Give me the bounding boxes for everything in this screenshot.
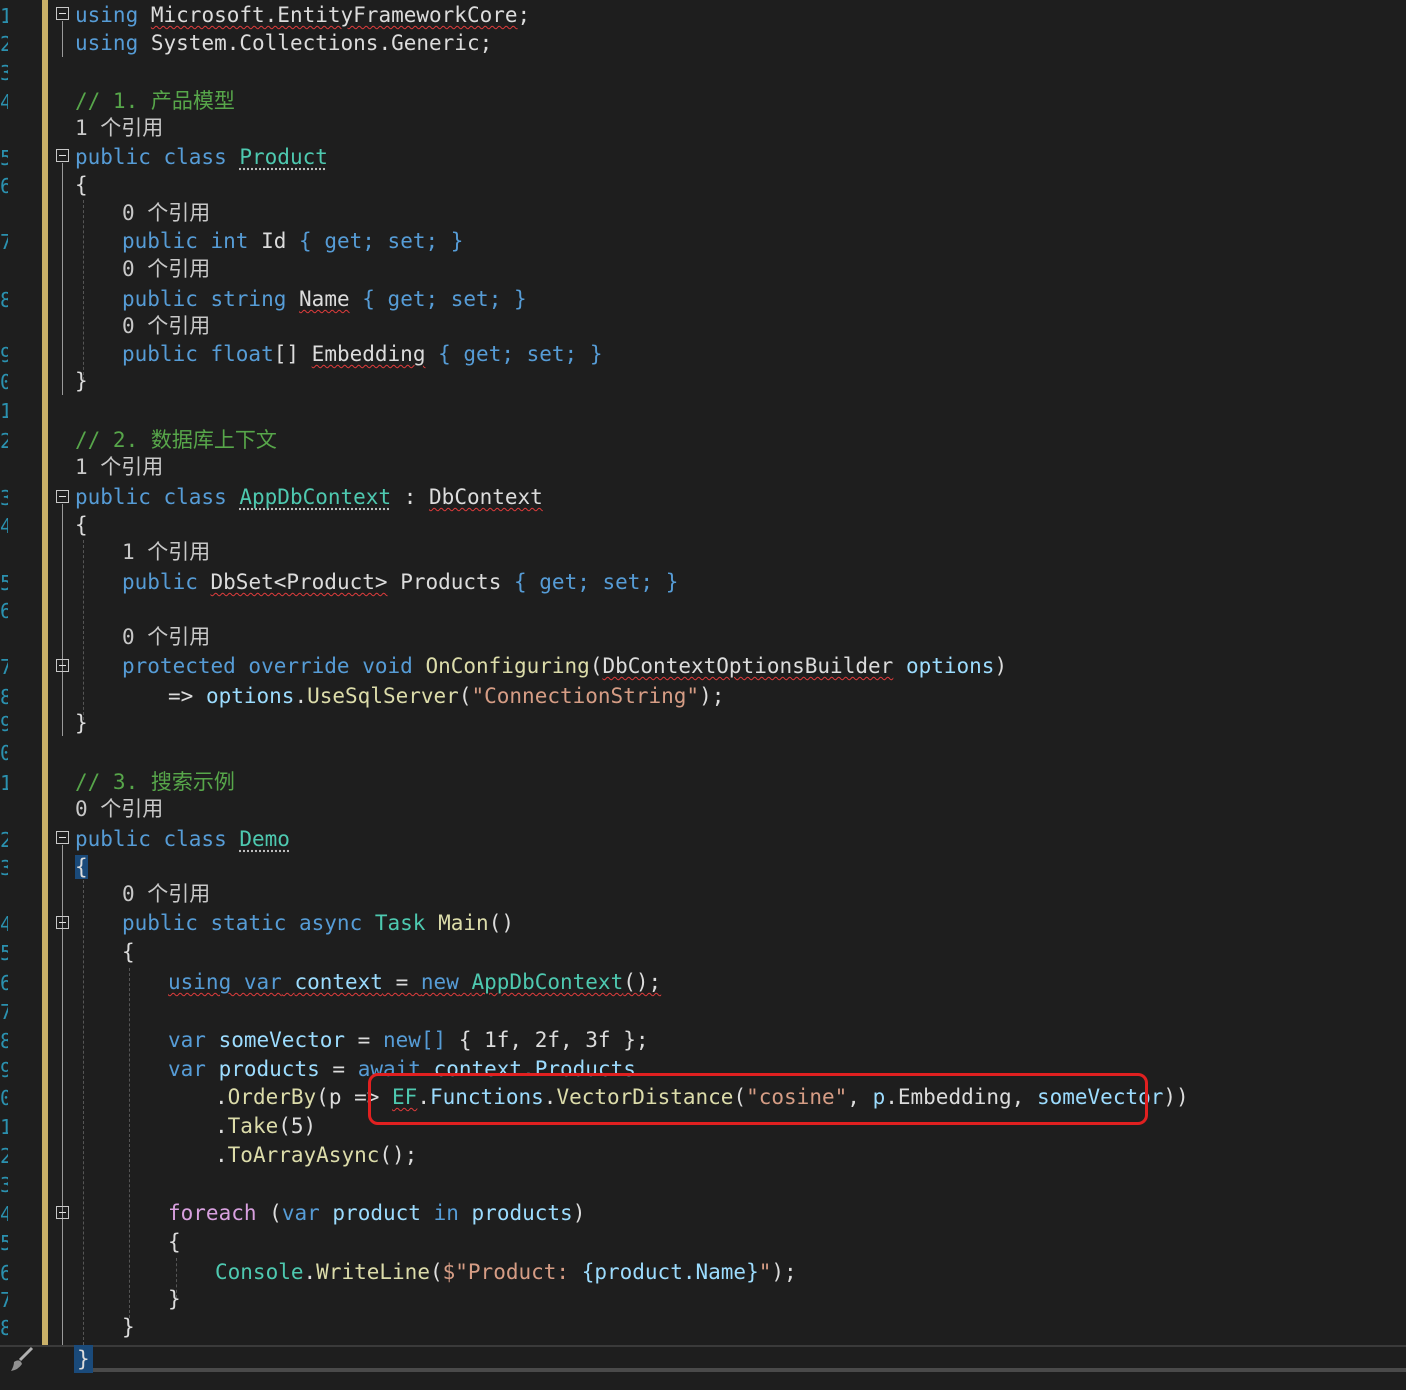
line-number: 1 <box>0 771 8 795</box>
brace: } <box>75 369 88 393</box>
codelens-references[interactable]: 0 个引用 <box>122 254 210 284</box>
horizontal-scrollbar[interactable] <box>90 1368 1406 1372</box>
line-number: 8 <box>0 288 8 312</box>
line-number: 6 <box>0 971 8 995</box>
line-number: 9 <box>0 1058 8 1082</box>
line-number: 4 <box>0 1202 8 1226</box>
line-number: 3 <box>0 486 8 510</box>
cursor-brace: } <box>74 1345 93 1373</box>
line-number: 3 <box>0 61 8 85</box>
code-line-main: public static async Task Main() <box>122 911 514 935</box>
line-number: 8 <box>0 1029 8 1053</box>
code-cleanup-brush-icon[interactable] <box>8 1344 38 1374</box>
line-number: 7 <box>0 230 8 254</box>
code-line-take: .Take(5) <box>215 1114 317 1138</box>
line-number: 8 <box>0 1316 8 1340</box>
brace: } <box>168 1287 181 1311</box>
brace-highlighted: { <box>75 855 88 879</box>
line-number: 7 <box>0 655 8 679</box>
code-line-using-generic: using System.Collections.Generic; <box>75 31 493 55</box>
code-line-usesqlserver: => options.UseSqlServer("ConnectionStrin… <box>168 684 725 708</box>
code-line-prop-embedding: public float[] Embedding { get; set; } <box>122 342 603 366</box>
line-number: 2 <box>0 1144 8 1168</box>
codelens-references[interactable]: 1 个引用 <box>75 113 163 143</box>
line-number: 4 <box>0 514 8 538</box>
line-number: 3 <box>0 856 8 880</box>
indent-guide <box>83 200 84 380</box>
line-number: 1 <box>0 399 8 423</box>
brace: { <box>75 513 88 537</box>
line-number: 9 <box>0 343 8 367</box>
codelens-references[interactable]: 0 个引用 <box>122 622 210 652</box>
line-number: 5 <box>0 571 8 595</box>
brace: } <box>122 1315 135 1339</box>
codelens-references[interactable]: 0 个引用 <box>122 198 210 228</box>
brace: { <box>122 940 135 964</box>
brace: } <box>75 711 88 735</box>
annotation-highlight-box <box>368 1073 1148 1125</box>
line-number: 0 <box>0 370 8 394</box>
line-number: 2 <box>0 828 8 852</box>
codelens-references[interactable]: 0 个引用 <box>122 879 210 909</box>
change-tracking-margin <box>42 0 48 1345</box>
line-number: 5 <box>0 1231 8 1255</box>
line-number: 0 <box>0 1086 8 1110</box>
line-number: 4 <box>0 912 8 936</box>
line-number: 6 <box>0 1261 8 1285</box>
code-line-appdbcontext-class: public class AppDbContext : DbContext <box>75 485 543 509</box>
indent-guide <box>83 540 84 720</box>
line-number: 4 <box>0 90 8 114</box>
code-line-demo-class: public class Demo <box>75 827 290 851</box>
line-number: 5 <box>0 146 8 170</box>
codelens-references[interactable]: 1 个引用 <box>75 452 163 482</box>
brace: { <box>75 173 88 197</box>
collapse-toggle-demo[interactable] <box>56 831 69 844</box>
code-line-onconfiguring: protected override void OnConfiguring(Db… <box>122 654 1008 678</box>
comment-db-context: // 2. 数据库上下文 <box>75 428 277 452</box>
collapse-toggle-main[interactable] <box>56 916 69 929</box>
line-number: 2 <box>0 32 8 56</box>
codelens-references[interactable]: 1 个引用 <box>122 537 210 567</box>
code-line-prop-id: public int Id { get; set; } <box>122 229 464 253</box>
line-number: 3 <box>0 1173 8 1197</box>
brace: { <box>168 1230 181 1254</box>
line-number: 5 <box>0 941 8 965</box>
code-line-using-context: using var context = new AppDbContext(); <box>168 970 662 994</box>
indent-guide <box>83 880 84 1350</box>
codelens-references[interactable]: 0 个引用 <box>122 311 210 341</box>
line-number: 8 <box>0 685 8 709</box>
fold-line <box>62 163 63 395</box>
collapse-toggle-using[interactable] <box>56 7 69 20</box>
line-number: 6 <box>0 174 8 198</box>
code-line-somevector: var someVector = new[] { 1f, 2f, 3f }; <box>168 1028 649 1052</box>
line-number: 0 <box>0 741 8 765</box>
collapse-toggle-foreach[interactable] <box>56 1206 69 1219</box>
indent-guide <box>129 968 130 1318</box>
code-line-using-ef: using Microsoft.EntityFrameworkCore; <box>75 3 531 27</box>
collapse-toggle-appdbcontext[interactable] <box>56 490 69 503</box>
code-line-foreach: foreach (var product in products) <box>168 1201 586 1225</box>
line-number: 9 <box>0 712 8 736</box>
codelens-references[interactable]: 0 个引用 <box>75 794 163 824</box>
code-line-prop-products: public DbSet<Product> Products { get; se… <box>122 570 679 594</box>
line-number: 6 <box>0 599 8 623</box>
collapse-toggle-onconfiguring[interactable] <box>56 659 69 672</box>
collapse-toggle-product[interactable] <box>56 149 69 162</box>
code-line-toarrayasync: .ToArrayAsync(); <box>215 1143 418 1167</box>
code-line-writeline: Console.WriteLine($"Product: {product.Na… <box>215 1260 797 1284</box>
line-number: 1 <box>0 4 8 28</box>
line-number: 2 <box>0 429 8 453</box>
comment-product-model: // 1. 产品模型 <box>75 89 235 113</box>
line-number: 7 <box>0 1000 8 1024</box>
code-line-product-class: public class Product <box>75 145 328 169</box>
code-line-prop-name: public string Name { get; set; } <box>122 287 527 311</box>
fold-line <box>62 21 63 57</box>
line-number: 1 <box>0 1115 8 1139</box>
comment-search-example: // 3. 搜索示例 <box>75 770 235 794</box>
line-number: 7 <box>0 1288 8 1312</box>
fold-line <box>62 504 63 736</box>
